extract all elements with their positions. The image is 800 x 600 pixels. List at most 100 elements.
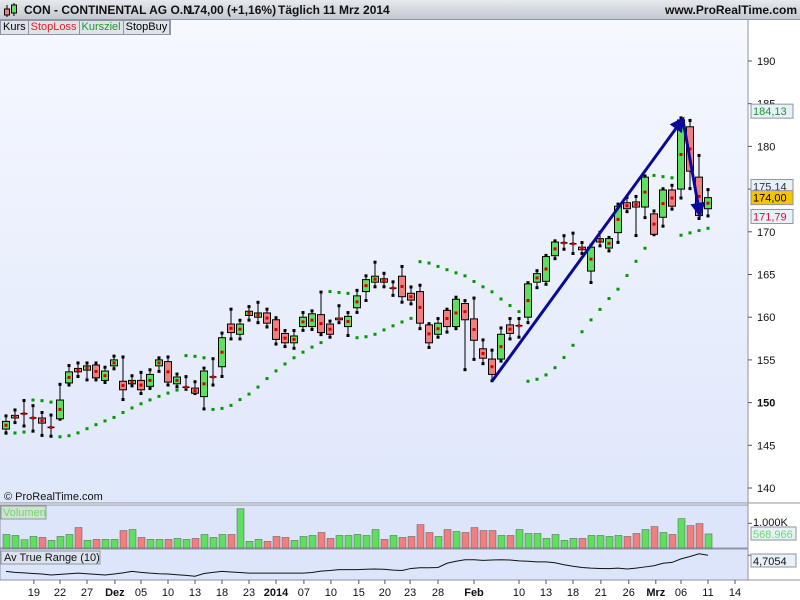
mid-marker bbox=[580, 246, 584, 250]
mid-marker bbox=[139, 383, 143, 387]
date-label: Dez bbox=[105, 587, 125, 599]
volume-bar bbox=[182, 539, 191, 549]
volume-bar bbox=[119, 530, 128, 549]
sar-dot bbox=[706, 226, 710, 230]
high-marker bbox=[58, 382, 62, 386]
sar-dot bbox=[355, 336, 359, 340]
high-marker bbox=[688, 118, 692, 122]
high-marker bbox=[382, 271, 386, 275]
sar-dot bbox=[463, 274, 467, 278]
high-marker bbox=[463, 299, 467, 303]
volume-bar bbox=[317, 532, 326, 549]
high-marker bbox=[31, 404, 35, 408]
volume-label: Volumen bbox=[3, 507, 46, 519]
mid-marker bbox=[130, 380, 134, 384]
high-marker bbox=[130, 374, 134, 378]
sar-dot bbox=[418, 260, 422, 264]
mid-marker bbox=[148, 378, 152, 382]
sar-dot bbox=[175, 388, 179, 392]
candle bbox=[650, 209, 658, 237]
mid-marker bbox=[364, 284, 368, 288]
sar-dot bbox=[526, 379, 530, 383]
kursziel-button[interactable]: Kursziel bbox=[80, 21, 124, 34]
volume-bar bbox=[155, 539, 164, 549]
low-marker bbox=[562, 247, 566, 251]
low-marker bbox=[310, 328, 314, 332]
atr-last-value: 4,7054 bbox=[753, 556, 787, 568]
low-marker bbox=[571, 252, 575, 256]
mid-marker bbox=[103, 374, 107, 378]
volume-bar bbox=[272, 536, 281, 549]
volume-bar bbox=[344, 535, 353, 549]
sar-dot bbox=[472, 279, 476, 283]
mid-marker bbox=[121, 384, 125, 388]
high-marker bbox=[562, 234, 566, 238]
low-marker bbox=[202, 407, 206, 411]
low-marker bbox=[346, 333, 350, 337]
sar-dot bbox=[211, 407, 215, 411]
sar-dot bbox=[157, 394, 161, 398]
volume-bar bbox=[443, 529, 452, 549]
mid-marker bbox=[445, 316, 449, 320]
volume-bar bbox=[146, 539, 155, 549]
low-marker bbox=[616, 240, 620, 244]
low-marker bbox=[688, 187, 692, 191]
mid-marker bbox=[319, 322, 323, 326]
mid-marker bbox=[679, 153, 683, 157]
volume-bar bbox=[281, 537, 290, 549]
volume-bar bbox=[209, 537, 218, 549]
mid-marker bbox=[76, 368, 80, 372]
mid-marker bbox=[634, 202, 638, 206]
sar-dot bbox=[148, 398, 152, 402]
kurs-button[interactable]: Kurs bbox=[1, 21, 29, 34]
volume-bar bbox=[137, 537, 146, 549]
mid-marker bbox=[571, 242, 575, 246]
mid-marker bbox=[58, 407, 62, 411]
low-marker bbox=[283, 345, 287, 349]
sar-dot bbox=[202, 356, 206, 360]
sar-dot bbox=[13, 431, 17, 435]
candle bbox=[452, 295, 460, 331]
mid-marker bbox=[274, 328, 278, 332]
high-marker bbox=[508, 317, 512, 321]
sar-dot bbox=[544, 373, 548, 377]
sar-dot bbox=[40, 399, 44, 403]
sar-dot bbox=[247, 392, 251, 396]
volume-bar bbox=[164, 539, 173, 549]
low-marker bbox=[13, 421, 17, 425]
high-marker bbox=[670, 183, 674, 187]
mid-marker bbox=[310, 318, 314, 322]
stoploss-button[interactable]: StopLoss bbox=[29, 21, 80, 34]
sar-dot bbox=[517, 310, 521, 314]
price-tick-label: 170 bbox=[757, 227, 775, 239]
high-marker bbox=[355, 288, 359, 292]
sar-dot bbox=[643, 246, 647, 250]
high-marker bbox=[571, 231, 575, 235]
volume-bar bbox=[335, 535, 344, 549]
mid-marker bbox=[553, 247, 557, 251]
price-chart[interactable]: 190185180175170165160155150145140184,131… bbox=[0, 0, 800, 600]
volume-bar bbox=[326, 538, 335, 549]
volume-bar bbox=[452, 531, 461, 549]
sar-dot bbox=[364, 335, 368, 339]
sar-dot bbox=[274, 369, 278, 373]
high-marker bbox=[49, 413, 53, 417]
date-label: 13 bbox=[189, 587, 201, 599]
volume-bar bbox=[11, 535, 20, 549]
mid-marker bbox=[706, 201, 710, 205]
date-label: Mrz bbox=[646, 587, 665, 599]
low-marker bbox=[220, 374, 224, 378]
sar-dot bbox=[319, 341, 323, 345]
low-marker bbox=[481, 362, 485, 366]
date-label: Feb bbox=[464, 587, 484, 599]
volume-bar bbox=[200, 534, 209, 549]
sar-dot bbox=[58, 435, 62, 439]
sar-dot bbox=[409, 316, 413, 320]
sar-dot bbox=[103, 419, 107, 423]
low-marker bbox=[337, 321, 341, 325]
sar-dot bbox=[391, 324, 395, 328]
high-marker bbox=[346, 311, 350, 315]
date-label: 20 bbox=[379, 587, 391, 599]
volume-bar bbox=[92, 539, 101, 549]
stopbuy-button[interactable]: StopBuy bbox=[124, 21, 171, 34]
